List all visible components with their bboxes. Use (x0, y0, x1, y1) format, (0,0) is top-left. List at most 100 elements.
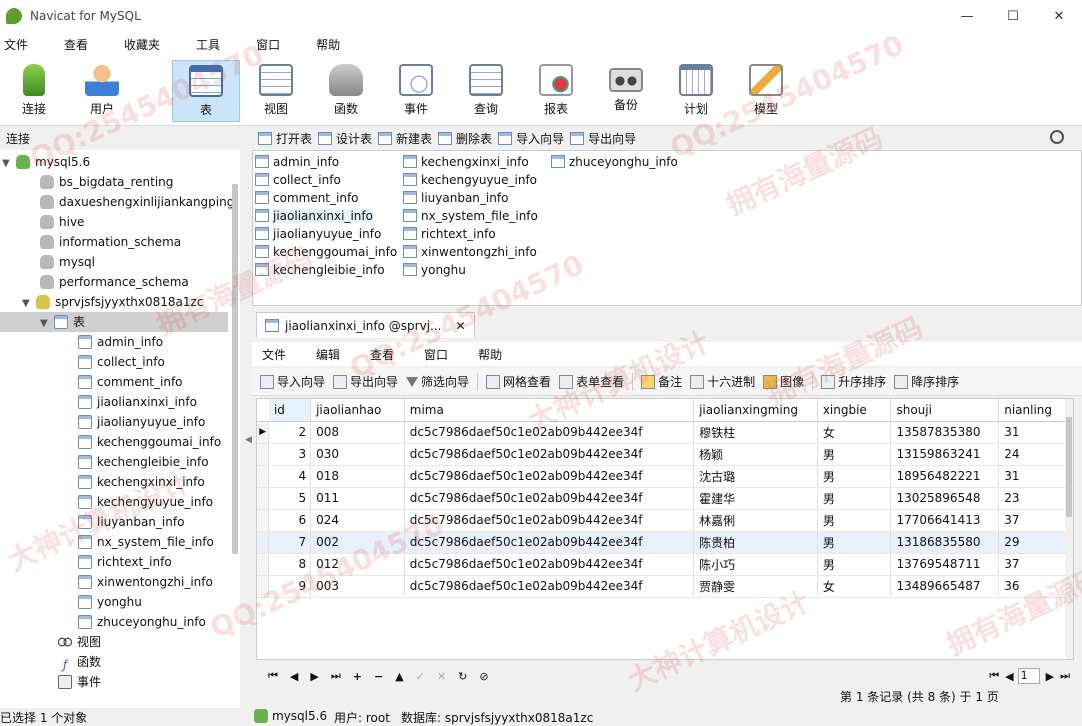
table-cell[interactable]: 4 (268, 465, 312, 488)
object-item[interactable]: kechengleibie_info (255, 261, 385, 279)
export-wizard-button[interactable]: 导出向导 (570, 130, 636, 147)
tree-table[interactable]: admin_info (78, 332, 163, 352)
object-item[interactable]: kechengyuyue_info (403, 171, 537, 189)
object-item[interactable]: liuyanban_info (403, 189, 508, 207)
filter-wizard-button[interactable]: 筛选向导 (406, 373, 469, 390)
sort-ascending-button[interactable]: 升序排序 (821, 373, 886, 390)
model-button[interactable]: 模型 (732, 60, 800, 122)
table-cell[interactable]: 沈古璐 (693, 465, 818, 488)
row-indicator[interactable] (257, 465, 270, 488)
expand-arrow-icon[interactable]: ▼ (22, 294, 36, 314)
table-cell[interactable]: 13159863241 (890, 443, 1000, 466)
table-cell[interactable]: 18956482221 (890, 465, 1000, 488)
table-cell[interactable]: 36 (998, 575, 1073, 598)
table-cell[interactable]: 林嘉俐 (693, 509, 818, 532)
tree-table[interactable]: comment_info (78, 372, 183, 392)
row-indicator[interactable] (257, 443, 270, 466)
minimize-button[interactable]: — (944, 0, 990, 32)
grid-vertical-scrollbar[interactable] (1065, 399, 1073, 659)
tree-db[interactable]: hive (40, 212, 84, 232)
object-item[interactable]: comment_info (255, 189, 359, 207)
next-page-icon[interactable]: ▶ (1046, 670, 1054, 683)
tree-table[interactable]: kechenggoumai_info (78, 432, 221, 452)
tree-table[interactable]: richtext_info (78, 552, 172, 572)
table-row[interactable]: 5 011 dc5c7986daef50c1e02ab09b442ee34f 霍建华男… (257, 487, 1073, 510)
submenu-view[interactable]: 查看 (370, 346, 394, 363)
open-table-button[interactable]: 打开表 (258, 130, 312, 147)
table-cell[interactable]: 9 (268, 575, 312, 598)
table-cell[interactable]: 23 (998, 487, 1073, 510)
table-cell[interactable]: 13769548711 (890, 553, 1000, 576)
maximize-button[interactable]: ☐ (990, 0, 1036, 32)
view-button[interactable]: 视图 (242, 60, 310, 122)
submenu-file[interactable]: 文件 (262, 346, 286, 363)
tree-tables-folder[interactable]: ▼ 表 (0, 312, 228, 332)
expand-arrow-icon[interactable]: ▼ (2, 154, 16, 174)
image-button[interactable]: 图像 (763, 373, 804, 390)
schedule-button[interactable]: 计划 (662, 60, 730, 122)
tree-scrollbar-thumb[interactable] (232, 184, 238, 554)
tree-table[interactable]: yonghu (78, 592, 142, 612)
object-item[interactable]: admin_info (255, 153, 339, 171)
object-item[interactable]: yonghu (403, 261, 466, 279)
table-cell[interactable]: 女 (817, 421, 892, 444)
expand-arrow-icon[interactable]: ▼ (40, 314, 54, 334)
column-header[interactable]: nianling (998, 399, 1073, 422)
delete-table-button[interactable]: 删除表 (438, 130, 492, 147)
add-record-icon[interactable]: + (353, 670, 362, 683)
menu-favorites[interactable]: 收藏夹 (122, 36, 172, 53)
row-indicator[interactable] (257, 553, 270, 576)
tree-db[interactable]: daxueshengxinlijiankangping (40, 192, 234, 212)
table-cell[interactable]: dc5c7986daef50c1e02ab09b442ee34f (404, 487, 695, 510)
tree-table[interactable]: liuyanban_info (78, 512, 184, 532)
apply-record-icon[interactable]: ▲ (395, 670, 403, 683)
table-cell[interactable]: 杨颖 (693, 443, 818, 466)
table-row[interactable]: 8 012 dc5c7986daef50c1e02ab09b442ee34f 陈小巧男… (257, 553, 1073, 576)
menu-tools[interactable]: 工具 (194, 36, 232, 53)
hex-button[interactable]: 十六进制 (690, 373, 755, 390)
table-cell[interactable]: dc5c7986daef50c1e02ab09b442ee34f (404, 421, 695, 444)
table-cell[interactable]: 37 (998, 553, 1073, 576)
tree-db[interactable]: mysql (40, 252, 95, 272)
table-cell[interactable]: 003 (310, 575, 405, 598)
object-item[interactable]: xinwentongzhi_info (403, 243, 537, 261)
column-header[interactable]: shouji (890, 399, 1000, 422)
new-table-button[interactable]: 新建表 (378, 130, 432, 147)
table-cell[interactable]: 17706641413 (890, 509, 1000, 532)
object-item[interactable]: nx_system_file_info (403, 207, 538, 225)
table-cell[interactable]: 024 (310, 509, 405, 532)
table-cell[interactable]: 24 (998, 443, 1073, 466)
sort-descending-button[interactable]: 降序排序 (894, 373, 959, 390)
menu-view[interactable]: 查看 (62, 36, 100, 53)
table-cell[interactable]: 6 (268, 509, 312, 532)
table-cell[interactable]: dc5c7986daef50c1e02ab09b442ee34f (404, 575, 695, 598)
menu-window[interactable]: 窗口 (254, 36, 292, 53)
event-button[interactable]: 事件 (382, 60, 450, 122)
refresh-icon[interactable]: ↻ (458, 670, 467, 683)
table-cell[interactable]: 012 (310, 553, 405, 576)
search-icon[interactable] (1050, 130, 1064, 144)
stop-icon[interactable]: ⊘ (479, 670, 488, 683)
table-cell[interactable]: 018 (310, 465, 405, 488)
tree-table[interactable]: kechengleibie_info (78, 452, 209, 472)
tree-views-folder[interactable]: 视图 (58, 632, 101, 652)
table-cell[interactable]: 13186835580 (890, 531, 1000, 554)
report-button[interactable]: 报表 (522, 60, 590, 122)
tree-events-folder[interactable]: 事件 (58, 672, 101, 692)
column-header[interactable]: id (268, 399, 312, 422)
tree-db[interactable]: bs_bigdata_renting (40, 172, 173, 192)
design-table-button[interactable]: 设计表 (318, 130, 372, 147)
table-cell[interactable]: 男 (817, 487, 892, 510)
table-cell[interactable]: dc5c7986daef50c1e02ab09b442ee34f (404, 443, 695, 466)
row-indicator[interactable] (257, 531, 270, 554)
form-view-button[interactable]: 表单查看 (559, 373, 624, 390)
tree-db-open[interactable]: ▼ sprvjsfsjyyxthx0818a1zc (22, 292, 203, 312)
table-cell[interactable]: 7 (268, 531, 312, 554)
import-wizard-button[interactable]: 导入向导 (498, 130, 564, 147)
column-header[interactable]: jiaolianxingming (693, 399, 818, 422)
table-cell[interactable]: 2 (268, 421, 312, 444)
object-item[interactable]: collect_info (255, 171, 341, 189)
table-cell[interactable]: 37 (998, 509, 1073, 532)
menu-help[interactable]: 帮助 (314, 36, 352, 53)
table-cell[interactable]: 002 (310, 531, 405, 554)
